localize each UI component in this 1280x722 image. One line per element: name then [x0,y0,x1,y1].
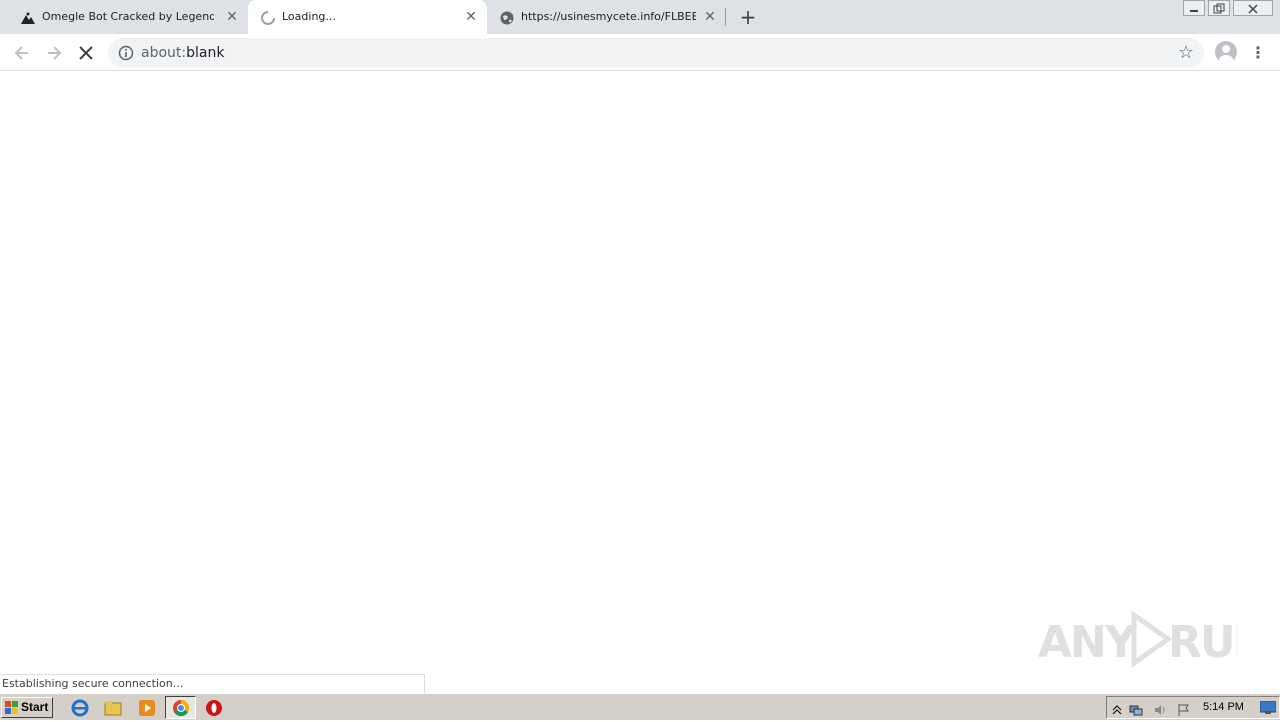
start-button[interactable]: Start [1,697,53,718]
tab-loading[interactable]: Loading... ✕ [248,0,487,34]
media-player-icon[interactable] [137,698,157,718]
tab-title: Omegle Bot Cracked by Legend and [42,10,214,23]
stop-button[interactable] [74,41,98,65]
profile-avatar-icon[interactable] [1215,41,1237,63]
taskbar-clock[interactable]: 5:14 PM [1203,694,1244,721]
url-path: blank [186,45,225,61]
new-tab-button[interactable]: + [737,6,759,28]
close-tab-icon[interactable]: ✕ [463,9,479,25]
start-label: Start [21,700,49,714]
tab-title: https://usinesmycete.info/FLBEBTK? [521,10,696,23]
address-bar[interactable]: about:blank ☆ [108,38,1204,68]
tab-separator [725,8,726,26]
show-hidden-icons-chevron-icon[interactable] [1110,703,1124,717]
action-center-flag-icon[interactable] [1177,703,1191,717]
browser-toolbar: about:blank ☆ [0,34,1280,71]
status-bubble: Establishing secure connection... [0,674,425,693]
close-window-icon [1248,4,1258,14]
close-window-button[interactable] [1233,0,1273,16]
globe-icon [500,11,514,25]
tab-usinesmycete[interactable]: https://usinesmycete.info/FLBEBTK? ✕ [488,0,726,34]
tab-title: Loading... [282,10,336,23]
omegle-icon [21,12,35,24]
page-content [0,72,1280,692]
opera-icon[interactable] [204,698,224,718]
tab-omegle[interactable]: Omegle Bot Cracked by Legend and ✕ [0,0,247,34]
show-desktop-icon[interactable] [1260,701,1276,715]
browser-menu-icon[interactable]: ⋮ [1250,42,1266,64]
loading-spinner-icon [261,11,275,25]
close-tab-icon[interactable]: ✕ [702,9,718,25]
url-scheme: about: [141,45,187,61]
restore-icon [1213,3,1225,14]
network-icon[interactable] [1129,703,1143,717]
chrome-taskbar-button[interactable] [165,696,196,719]
taskbar: Start 5:14 PM [0,693,1280,720]
bookmark-star-icon[interactable]: ☆ [1178,42,1194,63]
system-tray [1106,696,1280,719]
stop-x-icon [79,46,93,60]
url-text[interactable]: about:blank [141,38,224,68]
internet-explorer-icon[interactable] [70,698,90,718]
forward-button[interactable] [42,41,66,65]
anyrun-watermark: ANY RUN [1038,607,1238,671]
svg-text:ANY: ANY [1038,617,1138,668]
tab-strip: Omegle Bot Cracked by Legend and ✕ Loadi… [0,0,1280,34]
back-button[interactable] [10,41,34,65]
restore-button[interactable] [1208,0,1230,16]
file-explorer-icon[interactable] [103,698,123,718]
chrome-icon [173,699,190,717]
svg-text:RUN: RUN [1168,617,1238,668]
back-arrow-icon [14,46,28,60]
forward-arrow-icon [48,46,62,60]
windows-flag-icon [5,701,18,714]
minimize-icon [1190,10,1198,12]
info-icon[interactable] [118,45,134,61]
volume-icon[interactable] [1153,703,1167,717]
minimize-button[interactable] [1183,0,1205,16]
close-tab-icon[interactable]: ✕ [224,9,240,25]
anyrun-logo: ANY RUN [1038,610,1238,668]
